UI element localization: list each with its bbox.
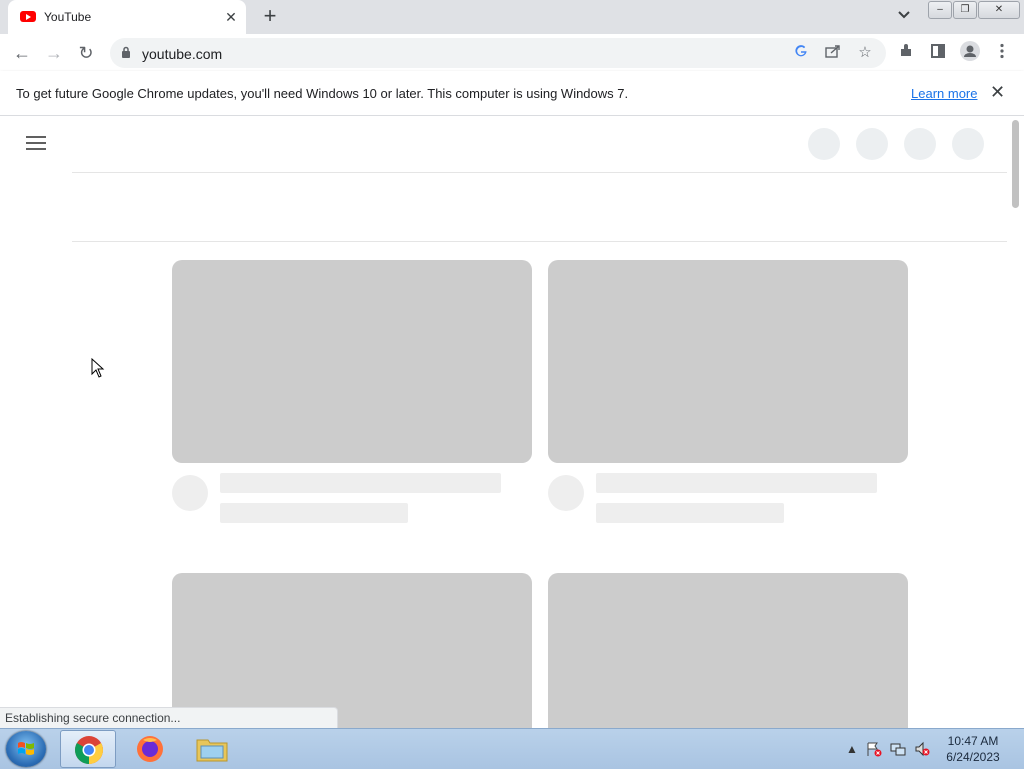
tab-close-icon[interactable]: ✕ [222, 8, 240, 26]
network-icon[interactable] [890, 741, 906, 757]
firefox-icon [137, 736, 163, 762]
lock-icon[interactable] [121, 46, 131, 62]
page-content [0, 116, 1024, 728]
tab-youtube[interactable]: YouTube ✕ [8, 0, 246, 34]
channel-avatar-skeleton [548, 475, 584, 511]
url-text[interactable]: youtube.com [142, 46, 222, 62]
reload-button[interactable]: ↻ [74, 41, 98, 65]
guide-menu-icon[interactable] [26, 136, 46, 150]
clock-date: 6/24/2023 [946, 750, 1000, 764]
infobar-message: To get future Google Chrome updates, you… [16, 86, 629, 101]
channel-avatar-skeleton [172, 475, 208, 511]
taskbar-chrome[interactable] [60, 730, 116, 768]
google-lens-icon[interactable] [792, 44, 810, 62]
tab-strip: YouTube ✕ + ‒ ❐ ✕ [0, 0, 1024, 34]
show-hidden-icons-icon[interactable]: ▲ [844, 741, 860, 757]
window-minimize-button[interactable]: ‒ [928, 1, 952, 19]
taskbar-clock[interactable]: 10:47 AM 6/24/2023 [942, 733, 1004, 765]
chips-divider [72, 241, 1007, 242]
status-bubble: Establishing secure connection... [0, 707, 338, 728]
folder-icon [196, 739, 228, 762]
extensions-icon[interactable] [894, 41, 918, 65]
action-center-flag-icon[interactable] [866, 741, 882, 757]
window-restore-button[interactable]: ❐ [953, 1, 977, 19]
mouse-cursor-icon [91, 357, 105, 381]
infobar-close-icon[interactable]: ✕ [990, 82, 1005, 103]
youtube-favicon-icon [20, 11, 36, 22]
taskbar-file-explorer[interactable] [184, 730, 240, 768]
start-button[interactable] [6, 731, 46, 767]
bookmark-star-icon[interactable]: ☆ [856, 44, 874, 62]
forward-button[interactable]: → [42, 41, 66, 65]
header-skeleton-circle [952, 128, 984, 160]
menu-kebab-icon[interactable] [990, 41, 1014, 65]
header-skeleton-circle [808, 128, 840, 160]
video-thumbnail-skeleton [172, 573, 532, 728]
back-button[interactable]: ← [10, 41, 34, 65]
volume-muted-icon[interactable] [914, 741, 930, 757]
meta-skeleton-line [596, 503, 784, 523]
learn-more-link[interactable]: Learn more [911, 86, 977, 101]
title-skeleton-line [596, 473, 877, 493]
window-close-button[interactable]: ✕ [978, 1, 1020, 19]
profile-icon[interactable] [958, 41, 982, 65]
tab-title: YouTube [44, 10, 92, 24]
title-skeleton-line [220, 473, 501, 493]
header-skeleton-circle [904, 128, 936, 160]
side-panel-icon[interactable] [926, 41, 950, 65]
share-icon[interactable] [824, 44, 842, 62]
browser-toolbar: ← → ↻ youtube.com ☆ [0, 34, 1024, 72]
address-bar[interactable]: youtube.com ☆ [110, 38, 886, 68]
update-infobar: To get future Google Chrome updates, you… [0, 71, 1024, 116]
header-skeleton-circle [856, 128, 888, 160]
video-thumbnail-skeleton [548, 573, 908, 728]
taskbar: ▲ 10:47 AM 6/24/2023 [0, 728, 1024, 769]
video-thumbnail-skeleton [548, 260, 908, 463]
scrollbar-thumb[interactable] [1012, 120, 1019, 208]
meta-skeleton-line [220, 503, 408, 523]
clock-time: 10:47 AM [947, 734, 999, 748]
taskbar-firefox[interactable] [122, 730, 178, 768]
page-scrollbar[interactable] [1008, 116, 1024, 728]
video-thumbnail-skeleton [172, 260, 532, 463]
header-divider [72, 172, 1007, 173]
new-tab-button[interactable]: + [258, 5, 282, 29]
tab-search-icon[interactable] [894, 8, 914, 26]
chrome-icon [75, 736, 103, 764]
